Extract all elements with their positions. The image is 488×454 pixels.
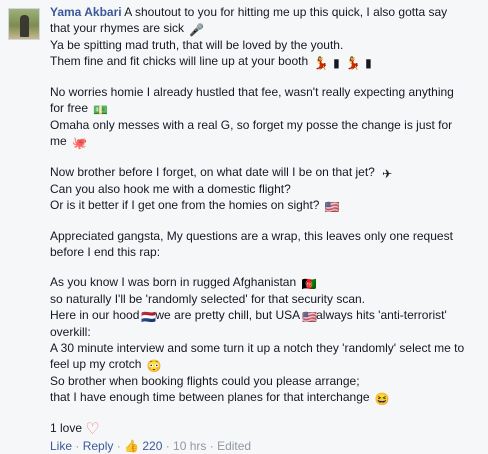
like-link[interactable]: Like	[50, 439, 72, 453]
comment-text: before I end this rap:	[50, 245, 161, 259]
comment-text: Appreciated gangsta, My questions are a …	[50, 229, 453, 243]
like-count[interactable]: 220	[142, 439, 162, 453]
reaction-summary[interactable]: 1 love ♡	[50, 420, 482, 438]
money-icon: 💵	[93, 103, 109, 117]
comment-text: Here in our hood	[50, 308, 140, 322]
paragraph-2: No worries homie I already hustled that …	[50, 84, 482, 150]
afghanistan-flag-icon: 🇦🇫	[301, 277, 317, 291]
airplane-icon: ✈	[382, 167, 393, 181]
comment-text: Can you also hook me with a domestic fli…	[50, 182, 291, 196]
separator: ·	[162, 439, 174, 453]
comment-text: Or is it better if I get one from the ho…	[50, 198, 320, 212]
edited-label[interactable]: Edited	[217, 439, 251, 453]
comment-text: Them fine and fit chicks will line up at…	[50, 54, 309, 68]
comment-footer: Like · Reply · 👍 220 · 10 hrs · Edited	[50, 438, 482, 454]
heart-icon: ♡	[85, 421, 100, 438]
separator: ·	[72, 439, 83, 453]
author-name[interactable]: Yama Akbari	[50, 5, 122, 19]
comment-text: me	[50, 134, 67, 148]
money-icon: ▮	[333, 56, 340, 70]
separator: ·	[113, 439, 125, 453]
avatar[interactable]	[8, 8, 40, 40]
octopus-icon: 🐙	[72, 136, 87, 150]
comment-text: so naturally I'll be 'randomly selected'…	[50, 292, 366, 306]
thumbs-up-icon[interactable]: 👍	[124, 439, 139, 453]
comment-text: Now brother before I forget, on what dat…	[50, 165, 375, 179]
comment-text: No worries homie I already hustled that …	[50, 85, 454, 99]
comment-text: As you know I was born in rugged Afghani…	[50, 275, 297, 289]
us-flag-icon: 🇺🇸	[324, 200, 340, 214]
comment-text: feel up my crotch	[50, 357, 142, 371]
comment: Yama Akbari A shoutout to you for hittin…	[0, 0, 488, 453]
comment-text: that I have enough time between planes f…	[50, 390, 370, 404]
reply-link[interactable]: Reply	[83, 439, 114, 453]
comment-text: So brother when booking flights could yo…	[50, 374, 360, 388]
money-icon: ▮	[365, 56, 372, 70]
comment-body: Yama Akbari A shoutout to you for hittin…	[50, 4, 482, 454]
netherlands-flag-icon: 🇳🇱	[141, 310, 157, 324]
separator: ·	[206, 439, 218, 453]
microphone-icon: 🎤	[189, 23, 205, 37]
comment-text: A 30 minute interview and some turn it u…	[50, 341, 465, 355]
comment-text: that your rhymes are sick	[50, 21, 185, 35]
us-flag-icon: 🇺🇸	[302, 310, 318, 324]
comment-text: always hits 'anti-terrorist'	[316, 308, 447, 322]
comment-text: we are pretty chill, but USA	[155, 308, 301, 322]
smiley-icon: 😆	[374, 392, 390, 406]
comment-text: Omaha only messes with a real G, so forg…	[50, 118, 453, 132]
paragraph-4: Appreciated gangsta, My questions are a …	[50, 228, 482, 260]
smiley-icon: 😳	[146, 359, 162, 373]
comment-text: for free	[50, 101, 89, 115]
comment-text: Ya be spitting mad truth, that will be l…	[50, 38, 344, 52]
timestamp[interactable]: 10 hrs	[173, 439, 206, 453]
paragraph-3: Now brother before I forget, on what dat…	[50, 164, 482, 214]
dancer-icon: 💃	[313, 56, 329, 70]
paragraph-1: Yama Akbari A shoutout to you for hittin…	[50, 4, 482, 70]
comment-text: overkill:	[50, 325, 91, 339]
comment-text: A shoutout to you for hitting me up this…	[124, 5, 448, 19]
paragraph-5: As you know I was born in rugged Afghani…	[50, 274, 482, 406]
dancer-icon: 💃	[345, 56, 361, 70]
